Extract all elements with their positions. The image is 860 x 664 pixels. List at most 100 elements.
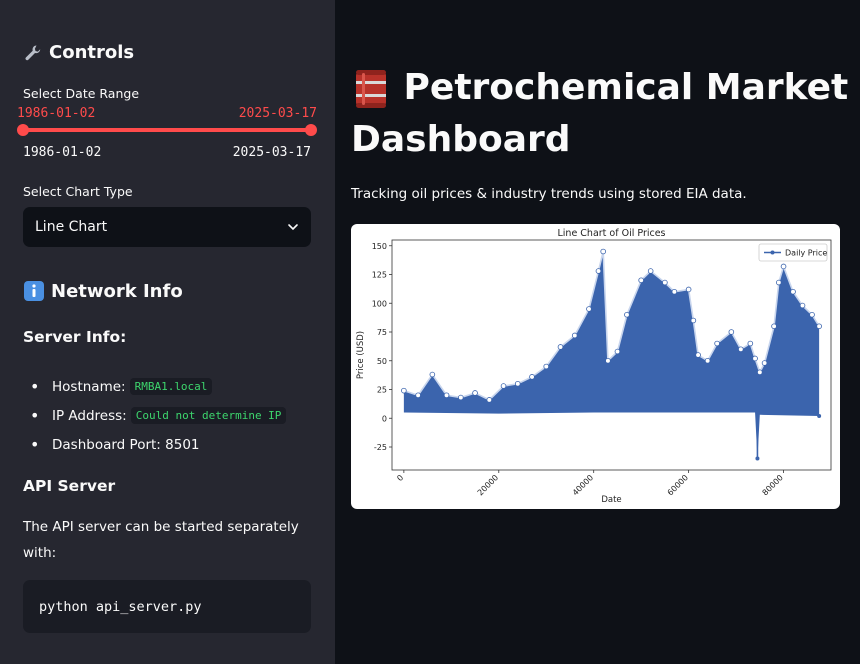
api-command-text: python api_server.py <box>39 598 202 615</box>
data-point <box>605 357 611 364</box>
data-point <box>638 277 644 284</box>
dashboard-port-text: Dashboard Port: 8501 <box>52 436 200 453</box>
network-info-heading-text: Network Info <box>51 280 183 302</box>
x-tick-label: 0 <box>395 473 405 483</box>
y-tick-label: -25 <box>374 443 387 452</box>
data-point <box>529 374 535 380</box>
y-tick-label: 0 <box>382 414 387 423</box>
x-tick-label: 60000 <box>666 473 690 497</box>
data-point <box>752 355 758 362</box>
server-info-list: • Hostname: RMBA1.local • IP Address: Co… <box>30 372 287 459</box>
chevron-down-icon <box>288 224 298 231</box>
api-server-description: The API server can be started separately… <box>23 519 299 561</box>
y-tick-label: 50 <box>377 357 387 366</box>
chart-type-label: Select Chart Type <box>23 184 133 199</box>
date-range-start-value: 1986-01-02 <box>17 106 96 121</box>
data-point <box>571 332 578 339</box>
ip-address-label: IP Address: <box>52 407 127 424</box>
x-tick-label: 80000 <box>761 473 785 497</box>
oil-barrel-icon <box>356 70 386 108</box>
wrench-icon <box>25 45 41 60</box>
date-range-end-handle[interactable] <box>305 124 317 136</box>
list-item: • Hostname: RMBA1.local <box>30 372 286 401</box>
server-info-heading: Server Info: <box>23 328 127 346</box>
page-title: Petrochemical Market Dashboard <box>351 62 851 166</box>
data-point <box>557 344 564 350</box>
data-point <box>738 346 744 353</box>
chart-title: Line Chart of Oil Prices <box>557 228 665 239</box>
data-point <box>415 392 421 399</box>
y-tick-label: 150 <box>372 242 387 251</box>
data-point <box>714 340 720 347</box>
data-point <box>755 456 760 461</box>
api-command-codeblock[interactable]: python api_server.py <box>23 580 311 633</box>
data-point <box>662 279 668 286</box>
data-point <box>514 380 521 387</box>
date-range-end-value: 2025-03-17 <box>238 106 317 121</box>
y-tick-label: 25 <box>377 386 387 395</box>
date-range-slider-track[interactable] <box>23 128 311 132</box>
page-title-text: Petrochemical Market Dashboard <box>351 67 849 160</box>
data-point <box>586 306 592 312</box>
main-content: Petrochemical Market Dashboard Tracking … <box>335 0 860 664</box>
y-axis-label: Price (USD) <box>356 331 366 379</box>
data-point <box>817 413 822 418</box>
data-point <box>472 390 478 396</box>
data-point <box>761 360 768 366</box>
data-point <box>443 392 450 399</box>
hostname-value: RMBA1.local <box>129 378 213 395</box>
data-point <box>799 302 806 309</box>
data-point <box>695 352 701 358</box>
controls-heading-text: Controls <box>49 42 135 63</box>
chart-type-selected-value: Line Chart <box>35 219 108 235</box>
data-point <box>757 369 763 376</box>
list-item: • Dashboard Port: 8501 <box>30 435 200 454</box>
date-range-label: Select Date Range <box>23 86 140 101</box>
sidebar: Controls Select Date Range 1986-01-02 20… <box>0 0 335 664</box>
y-tick-label: 75 <box>377 328 387 337</box>
data-point <box>704 357 711 364</box>
data-point <box>600 248 606 255</box>
legend-label: Daily Price <box>785 249 827 258</box>
page-subtitle: Tracking oil prices & industry trends us… <box>351 186 747 202</box>
info-icon <box>24 281 44 301</box>
data-point <box>486 397 493 403</box>
data-point <box>790 288 796 295</box>
ip-address-value: Could not determine IP <box>130 407 287 424</box>
data-point <box>747 340 754 347</box>
legend-marker <box>770 250 775 255</box>
x-tick-label: 40000 <box>571 473 595 497</box>
data-point <box>614 348 621 355</box>
date-range-min-label: 1986-01-02 <box>23 145 102 160</box>
chart-type-select[interactable]: Line Chart <box>23 207 311 247</box>
oil-price-chart: Line Chart of Oil Prices -25 0 25 50 75 100 125… <box>351 224 840 509</box>
data-point <box>624 311 630 318</box>
date-range-max-label: 2025-03-17 <box>232 145 311 160</box>
data-point <box>728 329 735 335</box>
data-point <box>690 317 697 324</box>
data-point <box>685 286 692 293</box>
date-range-start-handle[interactable] <box>17 124 29 136</box>
data-point <box>671 288 678 295</box>
y-tick-label: 125 <box>372 271 387 280</box>
data-point <box>401 387 407 394</box>
plot-frame <box>391 239 832 471</box>
data-point <box>595 268 602 274</box>
controls-heading: Controls <box>23 42 134 63</box>
data-point <box>543 363 550 370</box>
data-point <box>771 323 777 330</box>
data-point <box>429 371 436 378</box>
data-point <box>458 394 464 401</box>
data-point <box>775 279 782 286</box>
x-axis-label: Date <box>601 495 621 505</box>
y-tick-label: 100 <box>372 299 387 308</box>
list-item: • IP Address: Could not determine IP <box>30 401 287 430</box>
data-point <box>647 268 654 274</box>
data-point <box>780 263 787 270</box>
hostname-label: Hostname: <box>52 378 126 395</box>
oil-price-chart-svg: Line Chart of Oil Prices -25 0 25 50 75 100 125… <box>356 228 832 505</box>
x-tick-label: 20000 <box>476 473 500 497</box>
data-point <box>816 323 822 330</box>
api-server-heading: API Server <box>23 477 116 495</box>
data-point <box>500 383 507 389</box>
